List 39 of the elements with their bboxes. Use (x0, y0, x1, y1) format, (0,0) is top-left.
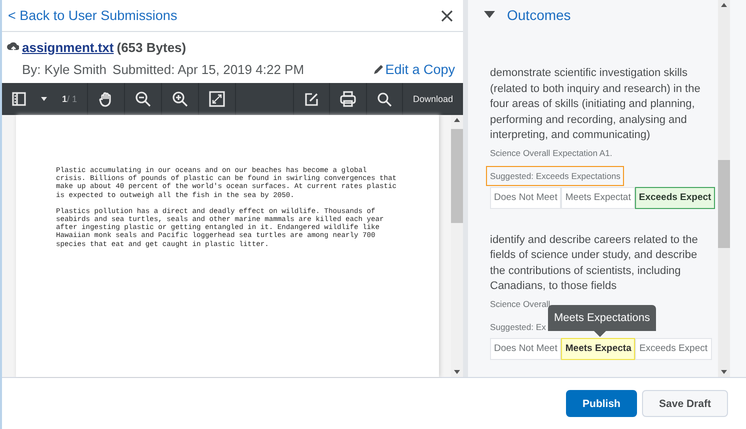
scrollbar-thumb[interactable] (451, 129, 463, 223)
suggested-level: Suggested: Ex (489, 320, 547, 334)
file-size: (653 Bytes) (116, 40, 186, 54)
file-link[interactable]: assignment.txt (22, 40, 114, 54)
tooltip: Meets Expectations (548, 304, 656, 336)
author-text: By: Kyle Smith (22, 62, 107, 76)
fullscreen-icon[interactable] (209, 91, 226, 107)
pencil-icon (372, 62, 386, 76)
edit-icon[interactable] (304, 92, 319, 106)
zoom-out-icon[interactable] (135, 91, 152, 107)
submitted-date: Submitted: Apr 15, 2019 4:22 PM (112, 62, 304, 76)
publish-button[interactable]: Publish (566, 390, 637, 417)
zoom-in-icon[interactable] (172, 91, 188, 107)
print-icon[interactable] (340, 91, 356, 107)
section-title[interactable]: Outcomes (507, 7, 571, 23)
level-option[interactable]: Does Not Meet (490, 338, 562, 360)
level-option[interactable]: Meets Expectat (561, 186, 635, 208)
scrollbar[interactable] (451, 115, 463, 377)
level-option[interactable]: Does Not Meet (490, 186, 562, 208)
level-option[interactable]: Exceeds Expect (635, 338, 712, 360)
outcome-code: Science Overall Expectation A1. (490, 148, 614, 158)
back-link[interactable]: < Back to User Submissions (8, 8, 178, 23)
scrollbar-thumb[interactable] (718, 160, 730, 248)
close-icon[interactable] (441, 10, 453, 22)
caret-down-icon[interactable] (484, 11, 495, 19)
save-draft-button[interactable]: Save Draft (642, 390, 728, 417)
level-option[interactable]: Exceeds Expect (634, 186, 716, 208)
cloud-upload-icon (7, 41, 19, 53)
outcome-description: demonstrate scientific investigation skills (related to both inquiry and research) in the four areas of skills (initiating and planning, performing and recording, analysing and interpreting, and communicating) (490, 66, 702, 143)
sidebar-toggle-icon[interactable] (12, 92, 26, 106)
level-option[interactable]: Meets Expecta (561, 338, 636, 360)
scrollbar[interactable] (718, 0, 730, 377)
download-button[interactable]: Download (412, 94, 453, 104)
edit-copy-link[interactable]: Edit a Copy (372, 62, 455, 76)
page-indicator: 1/ 1 (62, 94, 78, 104)
outcome-description: identify and describe careers related to the fields of science under study, and describe the contributions of scientists, including Canadians, to those fields (490, 232, 699, 294)
caret-icon[interactable] (40, 96, 48, 102)
search-icon[interactable] (376, 92, 392, 106)
suggested-level: Suggested: Exceeds Expectations (486, 166, 624, 186)
